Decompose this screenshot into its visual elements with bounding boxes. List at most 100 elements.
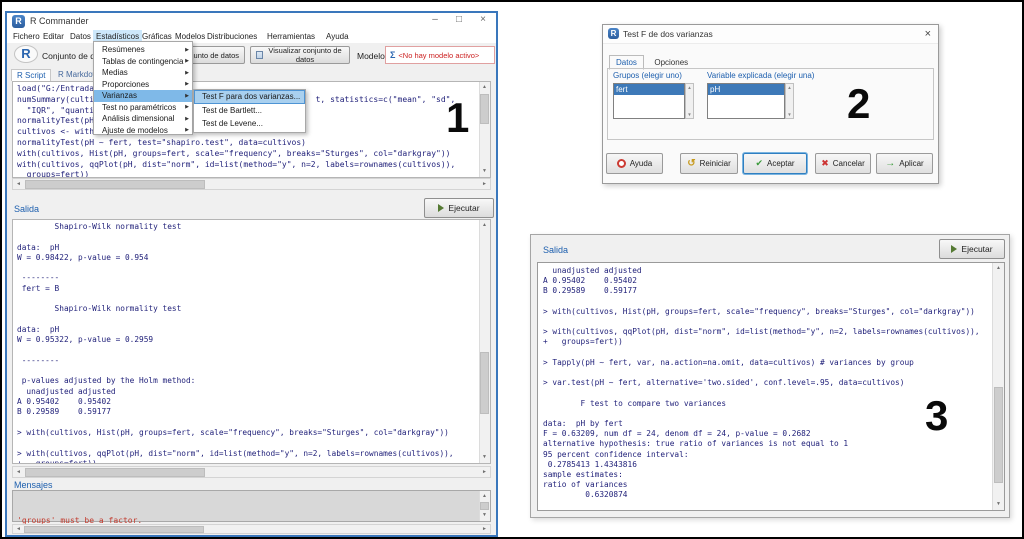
scroll-right-icon[interactable] (479, 467, 490, 478)
menu-item-varianzas[interactable]: Varianzas▶ (94, 90, 192, 102)
scrollbar-thumb[interactable] (994, 387, 1003, 483)
scroll-left-icon[interactable] (13, 467, 24, 478)
output-horizontal-scrollbar[interactable] (12, 466, 491, 478)
script-horizontal-scrollbar[interactable] (12, 178, 491, 190)
output-text[interactable]: Shapiro-Wilk normality test data: pH W =… (13, 220, 479, 463)
submenu-arrow-icon: ▶ (185, 127, 189, 133)
scroll-down-icon[interactable] (479, 166, 490, 177)
variable-list-scrollbar[interactable]: ▲ ▼ (785, 83, 794, 119)
scroll-left-icon[interactable] (13, 525, 24, 534)
output-pane[interactable]: Shapiro-Wilk normality test data: pH W =… (12, 219, 491, 464)
close-icon[interactable]: × (925, 28, 931, 40)
aceptar-button[interactable]: ✔ Aceptar (743, 153, 807, 174)
menubar: Fichero Editar Datos Estadísticos Gráfic… (7, 30, 496, 43)
model-button[interactable]: Σ <No hay modelo activo> (385, 46, 495, 64)
menu-item-tablas-contingencia[interactable]: Tablas de contingencia▶ (94, 56, 192, 68)
model-label: Modelo: (357, 51, 387, 61)
ejecutar-button[interactable]: Ejecutar (939, 239, 1005, 259)
cancelar-button[interactable]: ✖ Cancelar (815, 153, 871, 174)
submenu-arrow-icon: ▶ (185, 93, 189, 99)
submenu-arrow-icon: ▶ (185, 81, 189, 87)
menu-herramientas[interactable]: Herramientas (264, 30, 318, 43)
salida-label: Salida (14, 204, 39, 214)
menu-item-resumenes[interactable]: Resúmenes▶ (94, 44, 192, 56)
scroll-up-icon[interactable]: ▲ (686, 85, 693, 90)
menu-datos[interactable]: Datos (67, 30, 94, 43)
scroll-right-icon[interactable] (479, 525, 490, 534)
scrollbar-thumb[interactable] (25, 468, 205, 477)
minimize-button[interactable]: – (426, 14, 444, 25)
scroll-up-icon[interactable] (993, 263, 1004, 274)
ejecutar-button[interactable]: Ejecutar (424, 198, 494, 218)
groups-label: Grupos (elegir uno) (613, 71, 682, 80)
mensajes-label: Mensajes (14, 480, 53, 490)
close-button[interactable]: × (474, 14, 492, 25)
scrollbar-thumb[interactable] (480, 502, 489, 510)
script-vertical-scrollbar[interactable] (479, 82, 490, 177)
variable-listbox[interactable]: pH (707, 83, 785, 119)
toolbar: R Conjunto de datos: Editar conjunto de … (7, 43, 496, 69)
messages-pane[interactable]: 'groups' must be a factor. [4] NOTA: El … (12, 490, 491, 522)
menu-fichero[interactable]: Fichero (10, 30, 43, 43)
scroll-down-icon[interactable] (479, 452, 490, 463)
submenu-arrow-icon: ▶ (185, 70, 189, 76)
rcommander-app-icon: R (12, 15, 25, 28)
run-icon (951, 245, 957, 253)
check-icon: ✔ (755, 158, 763, 169)
scroll-down-icon[interactable] (479, 510, 490, 521)
output-pane[interactable]: unadjusted adjusted A 0.95402 0.95402 B … (537, 262, 1005, 511)
estadisticos-menu-popup: Resúmenes▶ Tablas de contingencia▶ Media… (93, 41, 193, 135)
reset-arrow-icon: ↺ (687, 158, 695, 169)
scrollbar-thumb[interactable] (480, 94, 489, 124)
messages-vertical-scrollbar[interactable] (479, 491, 490, 521)
scroll-up-icon[interactable]: ▲ (786, 85, 793, 90)
ayuda-button[interactable]: Ayuda (606, 153, 663, 174)
menu-item-ajuste-de-modelos[interactable]: Ajuste de modelos▶ (94, 125, 192, 137)
list-item-ph[interactable]: pH (708, 84, 784, 95)
aplicar-button[interactable]: → Aplicar (876, 153, 933, 174)
menu-item-test-no-parametricos[interactable]: Test no paramétricos▶ (94, 102, 192, 114)
dialog-tabs: Datos Opciones (609, 52, 694, 67)
scroll-up-icon[interactable] (479, 220, 490, 231)
script-tabs: R Script R Markdown (7, 69, 496, 81)
tab-r-script[interactable]: R Script (11, 69, 51, 81)
groups-listbox[interactable]: fert (613, 83, 685, 119)
view-dataset-button[interactable]: Visualizar conjunto de datos (250, 46, 350, 64)
scrollbar-thumb[interactable] (480, 352, 489, 414)
annotation-3: 3 (925, 392, 948, 440)
menu-item-test-de-levene[interactable]: Test de Levene... (194, 117, 305, 131)
scroll-down-icon[interactable]: ▼ (686, 112, 693, 117)
scrollbar-thumb[interactable] (25, 180, 205, 189)
varianzas-submenu-popup: Test F para dos varianzas... Test de Bar… (193, 89, 306, 133)
x-icon: ✖ (821, 158, 829, 169)
scrollbar-thumb[interactable] (24, 526, 204, 533)
groups-list-scrollbar[interactable]: ▲ ▼ (685, 83, 694, 119)
output-text[interactable]: unadjusted adjusted A 0.95402 0.95402 B … (538, 263, 992, 510)
window1-titlebar: R R Commander – □ × (7, 13, 496, 30)
menu-ayuda[interactable]: Ayuda (323, 30, 352, 43)
scroll-down-icon[interactable] (993, 499, 1004, 510)
scroll-left-icon[interactable] (13, 179, 24, 190)
run-icon (438, 204, 444, 212)
scroll-up-icon[interactable] (479, 82, 490, 93)
menu-editar[interactable]: Editar (40, 30, 67, 43)
scroll-up-icon[interactable] (479, 491, 490, 502)
dialog-titlebar: R Test F de dos varianzas × (603, 25, 938, 44)
messages-horizontal-scrollbar[interactable] (12, 524, 491, 534)
submenu-arrow-icon: ▶ (185, 58, 189, 64)
menu-distribuciones[interactable]: Distribuciones (204, 30, 260, 43)
reiniciar-button[interactable]: ↺ Reiniciar (680, 153, 738, 174)
menu-item-analisis-dimensional[interactable]: Análisis dimensional▶ (94, 113, 192, 125)
scroll-down-icon[interactable]: ▼ (786, 112, 793, 117)
maximize-button[interactable]: □ (450, 14, 468, 25)
output-window: Salida Ejecutar unadjusted adjusted A 0.… (530, 234, 1010, 518)
output-vertical-scrollbar[interactable] (479, 220, 490, 463)
submenu-arrow-icon: ▶ (185, 47, 189, 53)
menu-item-test-f-dos-varianzas[interactable]: Test F para dos varianzas... (194, 90, 305, 104)
menu-item-medias[interactable]: Medias▶ (94, 67, 192, 79)
menu-item-test-de-bartlett[interactable]: Test de Bartlett... (194, 104, 305, 118)
output-vertical-scrollbar[interactable] (992, 263, 1004, 510)
scroll-right-icon[interactable] (479, 179, 490, 190)
menu-item-proporciones[interactable]: Proporciones▶ (94, 79, 192, 91)
list-item-fert[interactable]: fert (614, 84, 684, 95)
